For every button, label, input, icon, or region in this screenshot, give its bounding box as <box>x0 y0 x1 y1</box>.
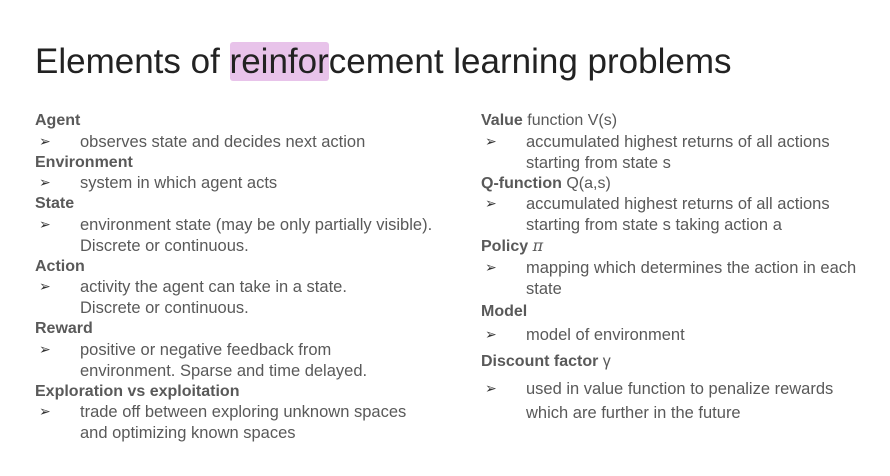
term-discount-factor: Discount factor γ <box>481 353 611 370</box>
term-model: Model <box>481 302 528 320</box>
value-function-description: ➢ accumulated highest returns of all act… <box>485 132 830 172</box>
arrow-bullet-icon: ➢ <box>39 404 51 420</box>
state-description: ➢ environment state (may be only partial… <box>39 215 433 255</box>
arrow-bullet-icon: ➢ <box>39 216 51 233</box>
discount-factor-description: ➢ used in value function to penalize rew… <box>481 377 881 425</box>
arrow-bullet-icon: ➢ <box>39 279 51 295</box>
term-exploration: Exploration vs exploitation <box>35 382 240 400</box>
term-q-function: Q-function Q(a,s) <box>481 174 611 192</box>
term-state: State <box>35 195 75 212</box>
arrow-bullet-icon: ➢ <box>39 175 51 191</box>
arrow-bullet-icon: ➢ <box>39 341 51 358</box>
action-description: ➢ activity the agent can take in a state… <box>39 278 347 317</box>
exploration-description: ➢ trade off between exploring unknown sp… <box>39 403 407 442</box>
policy-description: ➢ mapping which determines the action in… <box>485 258 857 298</box>
reward-description: ➢ positive or negative feedback from env… <box>39 340 368 380</box>
environment-description: ➢ system in which agent acts <box>39 174 278 192</box>
q-function-description: ➢ accumulated highest returns of all act… <box>485 195 830 234</box>
slide-title: Elements of reinforcement learning probl… <box>35 40 731 84</box>
arrow-bullet-icon: ➢ <box>485 133 497 150</box>
arrow-bullet-icon: ➢ <box>485 196 497 212</box>
term-environment: Environment <box>35 153 133 171</box>
title-highlight: reinfor <box>229 42 329 81</box>
term-policy: Policy π <box>481 236 544 255</box>
right-column: Value function V(s) ➢ accumulated highes… <box>481 111 881 425</box>
agent-description: ➢ observes state and decides next action <box>39 132 366 151</box>
term-value-function: Value function V(s) <box>481 112 618 129</box>
left-column: Agent ➢ observes state and decides next … <box>35 111 455 444</box>
model-description: ➢ model of environment <box>485 326 685 344</box>
arrow-bullet-icon: ➢ <box>485 380 497 397</box>
term-action: Action <box>35 257 85 275</box>
term-reward: Reward <box>35 320 93 337</box>
title-part-1: Elements of <box>35 42 230 81</box>
arrow-bullet-icon: ➢ <box>485 327 497 343</box>
arrow-bullet-icon: ➢ <box>39 133 51 150</box>
pi-symbol: π <box>532 236 544 255</box>
arrow-bullet-icon: ➢ <box>485 259 497 276</box>
title-part-2: cement learning problems <box>328 42 732 81</box>
term-agent: Agent <box>35 112 81 129</box>
